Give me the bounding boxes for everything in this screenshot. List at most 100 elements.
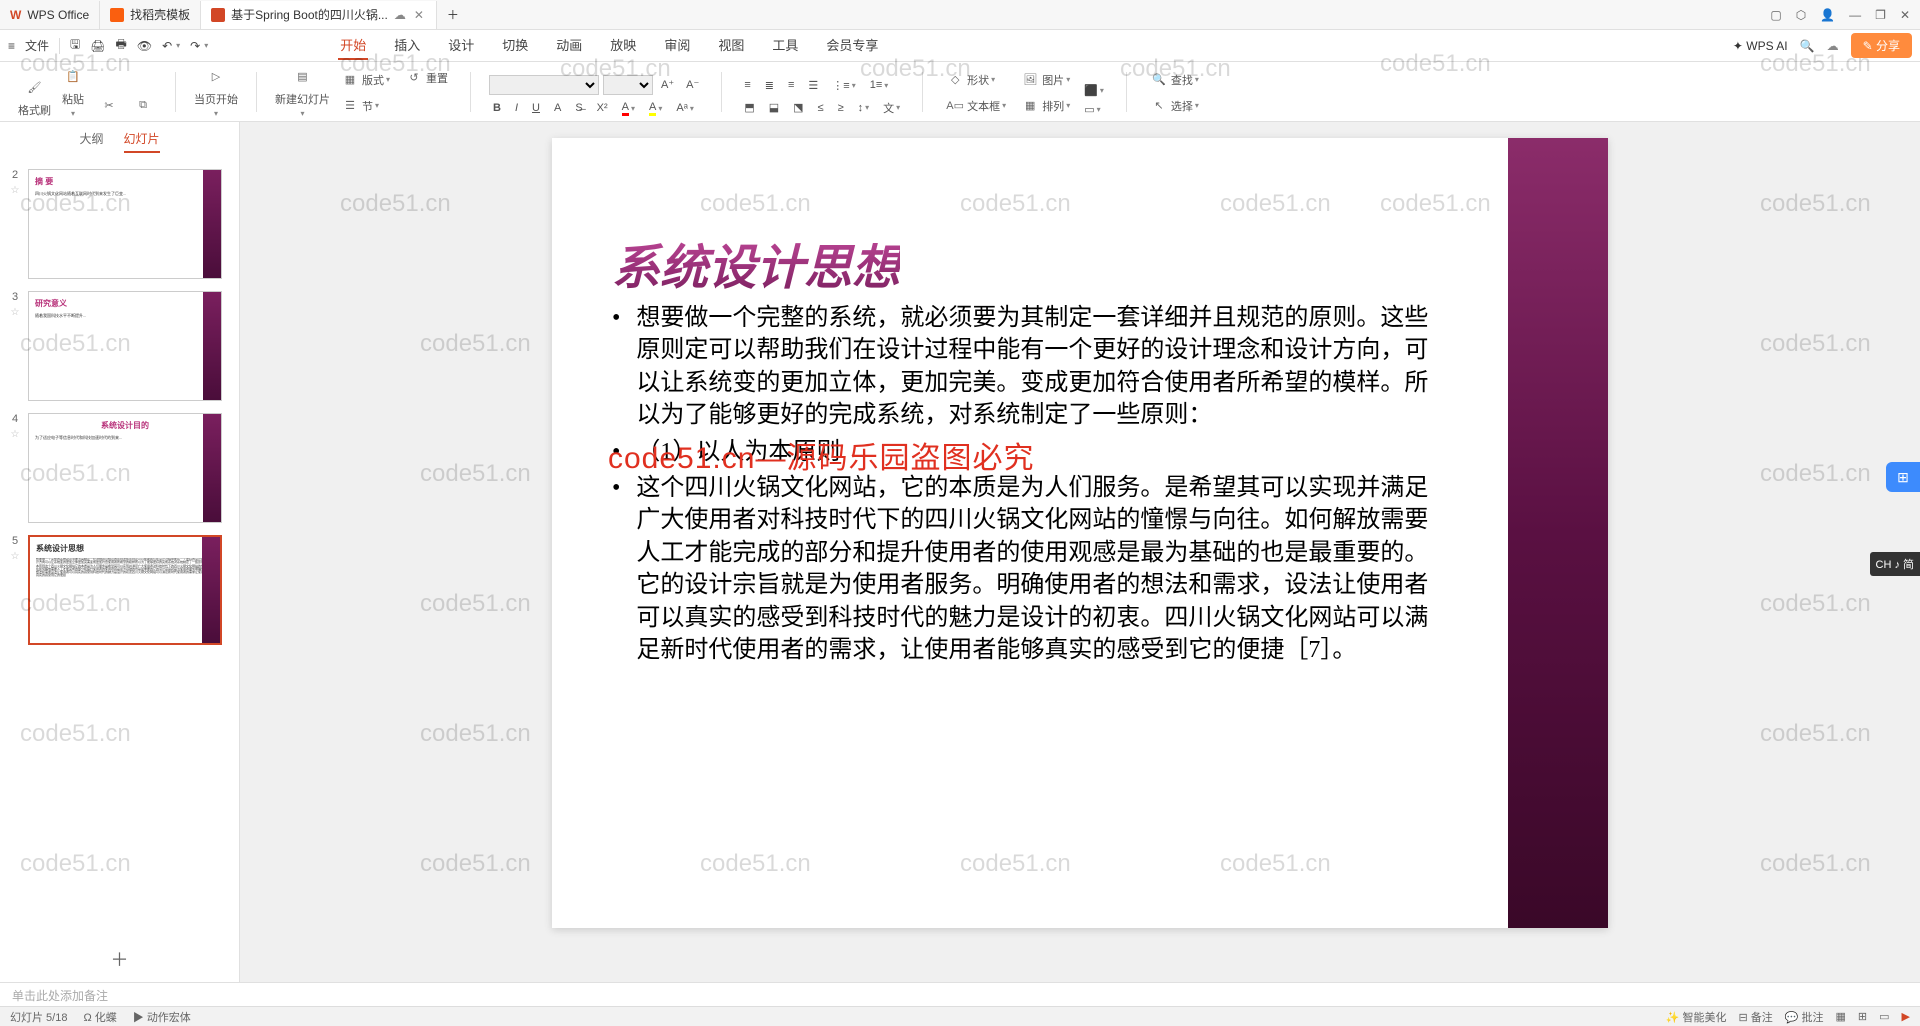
undo-icon[interactable]: ↶ ▾ — [162, 39, 180, 53]
slide-thumbnail-3[interactable]: 研究意义随着我国科技水平不断提升... — [28, 291, 222, 401]
tab-review[interactable]: 审阅 — [662, 31, 692, 60]
decrease-font-icon[interactable]: A⁻ — [682, 75, 703, 95]
tab-tools[interactable]: 工具 — [770, 31, 800, 60]
align-right-icon[interactable]: ≡ — [784, 77, 798, 94]
align-left-icon[interactable]: ≡ — [740, 77, 754, 94]
notes-pane[interactable]: 单击此处添加备注 — [0, 982, 1920, 1006]
valign-top-icon[interactable]: ⬒ — [740, 98, 758, 118]
wps-ai-button[interactable]: ✦ WPS AI — [1733, 39, 1788, 53]
theme-name: Ω 化蝶 — [83, 1009, 116, 1025]
valign-bot-icon[interactable]: ⬔ — [789, 98, 807, 118]
minimize-icon[interactable]: — — [1849, 8, 1861, 22]
file-menu[interactable]: 文件 — [25, 37, 49, 54]
slide-thumbnail-4[interactable]: 系统设计目的为了适应电子等信息时代和科技加速时代的到来... — [28, 413, 222, 523]
font-family-select[interactable] — [489, 75, 599, 95]
tab-insert[interactable]: 插入 — [392, 31, 422, 60]
strike-button[interactable]: S̶ — [571, 99, 586, 118]
view-slideshow-icon[interactable]: ▶ — [1902, 1010, 1910, 1023]
numbering-icon[interactable]: 1≡▾ — [866, 77, 893, 94]
slide-canvas[interactable]: 系统设计思想 •想要做一个完整的系统，就必须要为其制定一套详细并且规范的原则。这… — [552, 138, 1608, 928]
layout-button[interactable]: ▦版式▾ — [336, 68, 394, 92]
tab-animation[interactable]: 动画 — [554, 31, 584, 60]
copy-button[interactable]: ⧉ — [129, 94, 157, 118]
new-slide-button[interactable]: ▤新建幻灯片▾ — [275, 65, 330, 118]
slide-thumbnail-5[interactable]: 系统设计思想想要做一个完整的系统就必须要为其制定一套详细并且规范的原则这些原则定… — [28, 535, 222, 645]
smart-beautify-button[interactable]: ✨ 智能美化 — [1666, 1009, 1727, 1025]
start-from-current-button[interactable]: ▷当页开始▾ — [194, 65, 238, 118]
bold-button[interactable]: B — [489, 99, 505, 118]
highlight-button[interactable]: A▾ — [645, 99, 666, 118]
text-direction-icon[interactable]: 文▾ — [879, 98, 904, 118]
slide-title[interactable]: 系统设计思想 — [612, 228, 900, 298]
font-size-select[interactable] — [603, 75, 653, 95]
view-reading-icon[interactable]: ▭ — [1879, 1010, 1889, 1023]
cloud-sync-icon[interactable]: ☁ — [1827, 39, 1839, 53]
close-tab-icon[interactable]: ✕ — [412, 8, 426, 22]
align-justify-icon[interactable]: ☰ — [804, 77, 822, 94]
section-button[interactable]: ☰节▾ — [336, 94, 394, 118]
window-mode-icon[interactable]: ▢ — [1770, 8, 1781, 22]
slides-tab[interactable]: 幻灯片 — [124, 130, 160, 153]
clear-format-button[interactable]: Aᵃ▾ — [672, 99, 697, 118]
valign-mid-icon[interactable]: ⬓ — [765, 98, 783, 118]
outline-button[interactable]: ▭▾ — [1080, 101, 1108, 118]
tab-vip[interactable]: 会员专享 — [824, 31, 880, 60]
reset-button[interactable]: ↺重置 — [400, 66, 452, 90]
close-window-icon[interactable]: ✕ — [1900, 8, 1910, 22]
notes-toggle[interactable]: ⊟ 备注 — [1738, 1009, 1772, 1025]
fill-color-button[interactable]: ⬛▾ — [1080, 82, 1108, 99]
paste-button[interactable]: 📋粘贴▾ — [57, 65, 89, 118]
tab-document[interactable]: 基于Spring Boot的四川火锅... ☁ ✕ — [201, 1, 437, 29]
superscript-button[interactable]: X² — [593, 99, 612, 118]
slide-body[interactable]: •想要做一个完整的系统，就必须要为其制定一套详细并且规范的原则。这些原则定可以帮… — [612, 298, 1442, 666]
slide-thumbnail-2[interactable]: 摘 要四川火锅文化网站随着互联网时代到来发生了巨变... — [28, 169, 222, 279]
select-button[interactable]: ↖选择▾ — [1145, 94, 1203, 118]
wps-logo-icon: W — [10, 8, 21, 22]
user-avatar-icon[interactable]: 👤 — [1820, 8, 1835, 22]
share-button[interactable]: ✎ 分享 — [1851, 33, 1912, 58]
view-normal-icon[interactable]: ▦ — [1836, 1010, 1846, 1023]
view-sorter-icon[interactable]: ⊞ — [1858, 1010, 1867, 1023]
tab-start[interactable]: 开始 — [338, 31, 368, 60]
outline-tab[interactable]: 大纲 — [79, 130, 103, 153]
font-color-button[interactable]: A▾ — [618, 99, 639, 118]
new-tab-button[interactable]: ＋ — [437, 1, 469, 29]
app-menu-icon[interactable]: ≡ — [8, 39, 15, 53]
tab-transition[interactable]: 切换 — [500, 31, 530, 60]
italic-button[interactable]: I — [511, 99, 522, 118]
line-spacing-icon[interactable]: ↕▾ — [854, 98, 874, 118]
align-center-icon[interactable]: ≣ — [761, 77, 778, 94]
thumbnails-list[interactable]: 2☆ 摘 要四川火锅文化网站随着互联网时代到来发生了巨变... 3☆ 研究意义随… — [0, 161, 239, 936]
package-icon[interactable]: ⬡ — [1796, 8, 1806, 22]
tab-slideshow[interactable]: 放映 — [608, 31, 638, 60]
underline-button[interactable]: U — [528, 99, 544, 118]
tab-design[interactable]: 设计 — [446, 31, 476, 60]
tab-wps-home[interactable]: W WPS Office — [0, 1, 100, 29]
increase-font-icon[interactable]: A⁺ — [657, 75, 678, 95]
arrange-button[interactable]: ▦排列▾ — [1016, 94, 1074, 118]
format-painter-button[interactable]: 🖌格式刷 — [18, 76, 51, 118]
add-slide-button[interactable]: ＋ — [0, 936, 239, 982]
search-icon[interactable]: 🔍 — [1800, 39, 1815, 53]
print-icon[interactable]: 🖶 — [116, 35, 127, 56]
redo-icon[interactable]: ↷ ▾ — [190, 39, 208, 53]
cut-button[interactable]: ✂ — [95, 94, 123, 118]
save-icon[interactable]: 🖫 — [70, 35, 80, 56]
export-icon[interactable]: 🖨 — [90, 39, 105, 53]
indent-dec-icon[interactable]: ≤ — [814, 98, 828, 118]
tab-templates[interactable]: 找稻壳模板 — [100, 1, 201, 29]
indent-inc-icon[interactable]: ≥ — [834, 98, 848, 118]
effects-button[interactable]: A — [550, 99, 565, 118]
bullets-icon[interactable]: ⋮≡▾ — [828, 77, 859, 94]
comments-toggle[interactable]: 💬 批注 — [1785, 1009, 1824, 1025]
picture-button[interactable]: 🖼图片▾ — [1016, 68, 1074, 92]
tab-view[interactable]: 视图 — [716, 31, 746, 60]
textbox-button[interactable]: A▭文本框▾ — [941, 94, 1010, 118]
shape-button[interactable]: ◇形状▾ — [941, 68, 1010, 92]
side-tool-button[interactable]: ⊞ — [1886, 462, 1920, 492]
play-icon: ▷ — [204, 65, 228, 89]
find-button[interactable]: 🔍查找▾ — [1145, 68, 1203, 92]
preview-icon[interactable]: 👁 — [137, 39, 152, 53]
canvas-viewport[interactable]: 系统设计思想 •想要做一个完整的系统，就必须要为其制定一套详细并且规范的原则。这… — [240, 122, 1920, 982]
maximize-icon[interactable]: ❐ — [1875, 8, 1886, 22]
